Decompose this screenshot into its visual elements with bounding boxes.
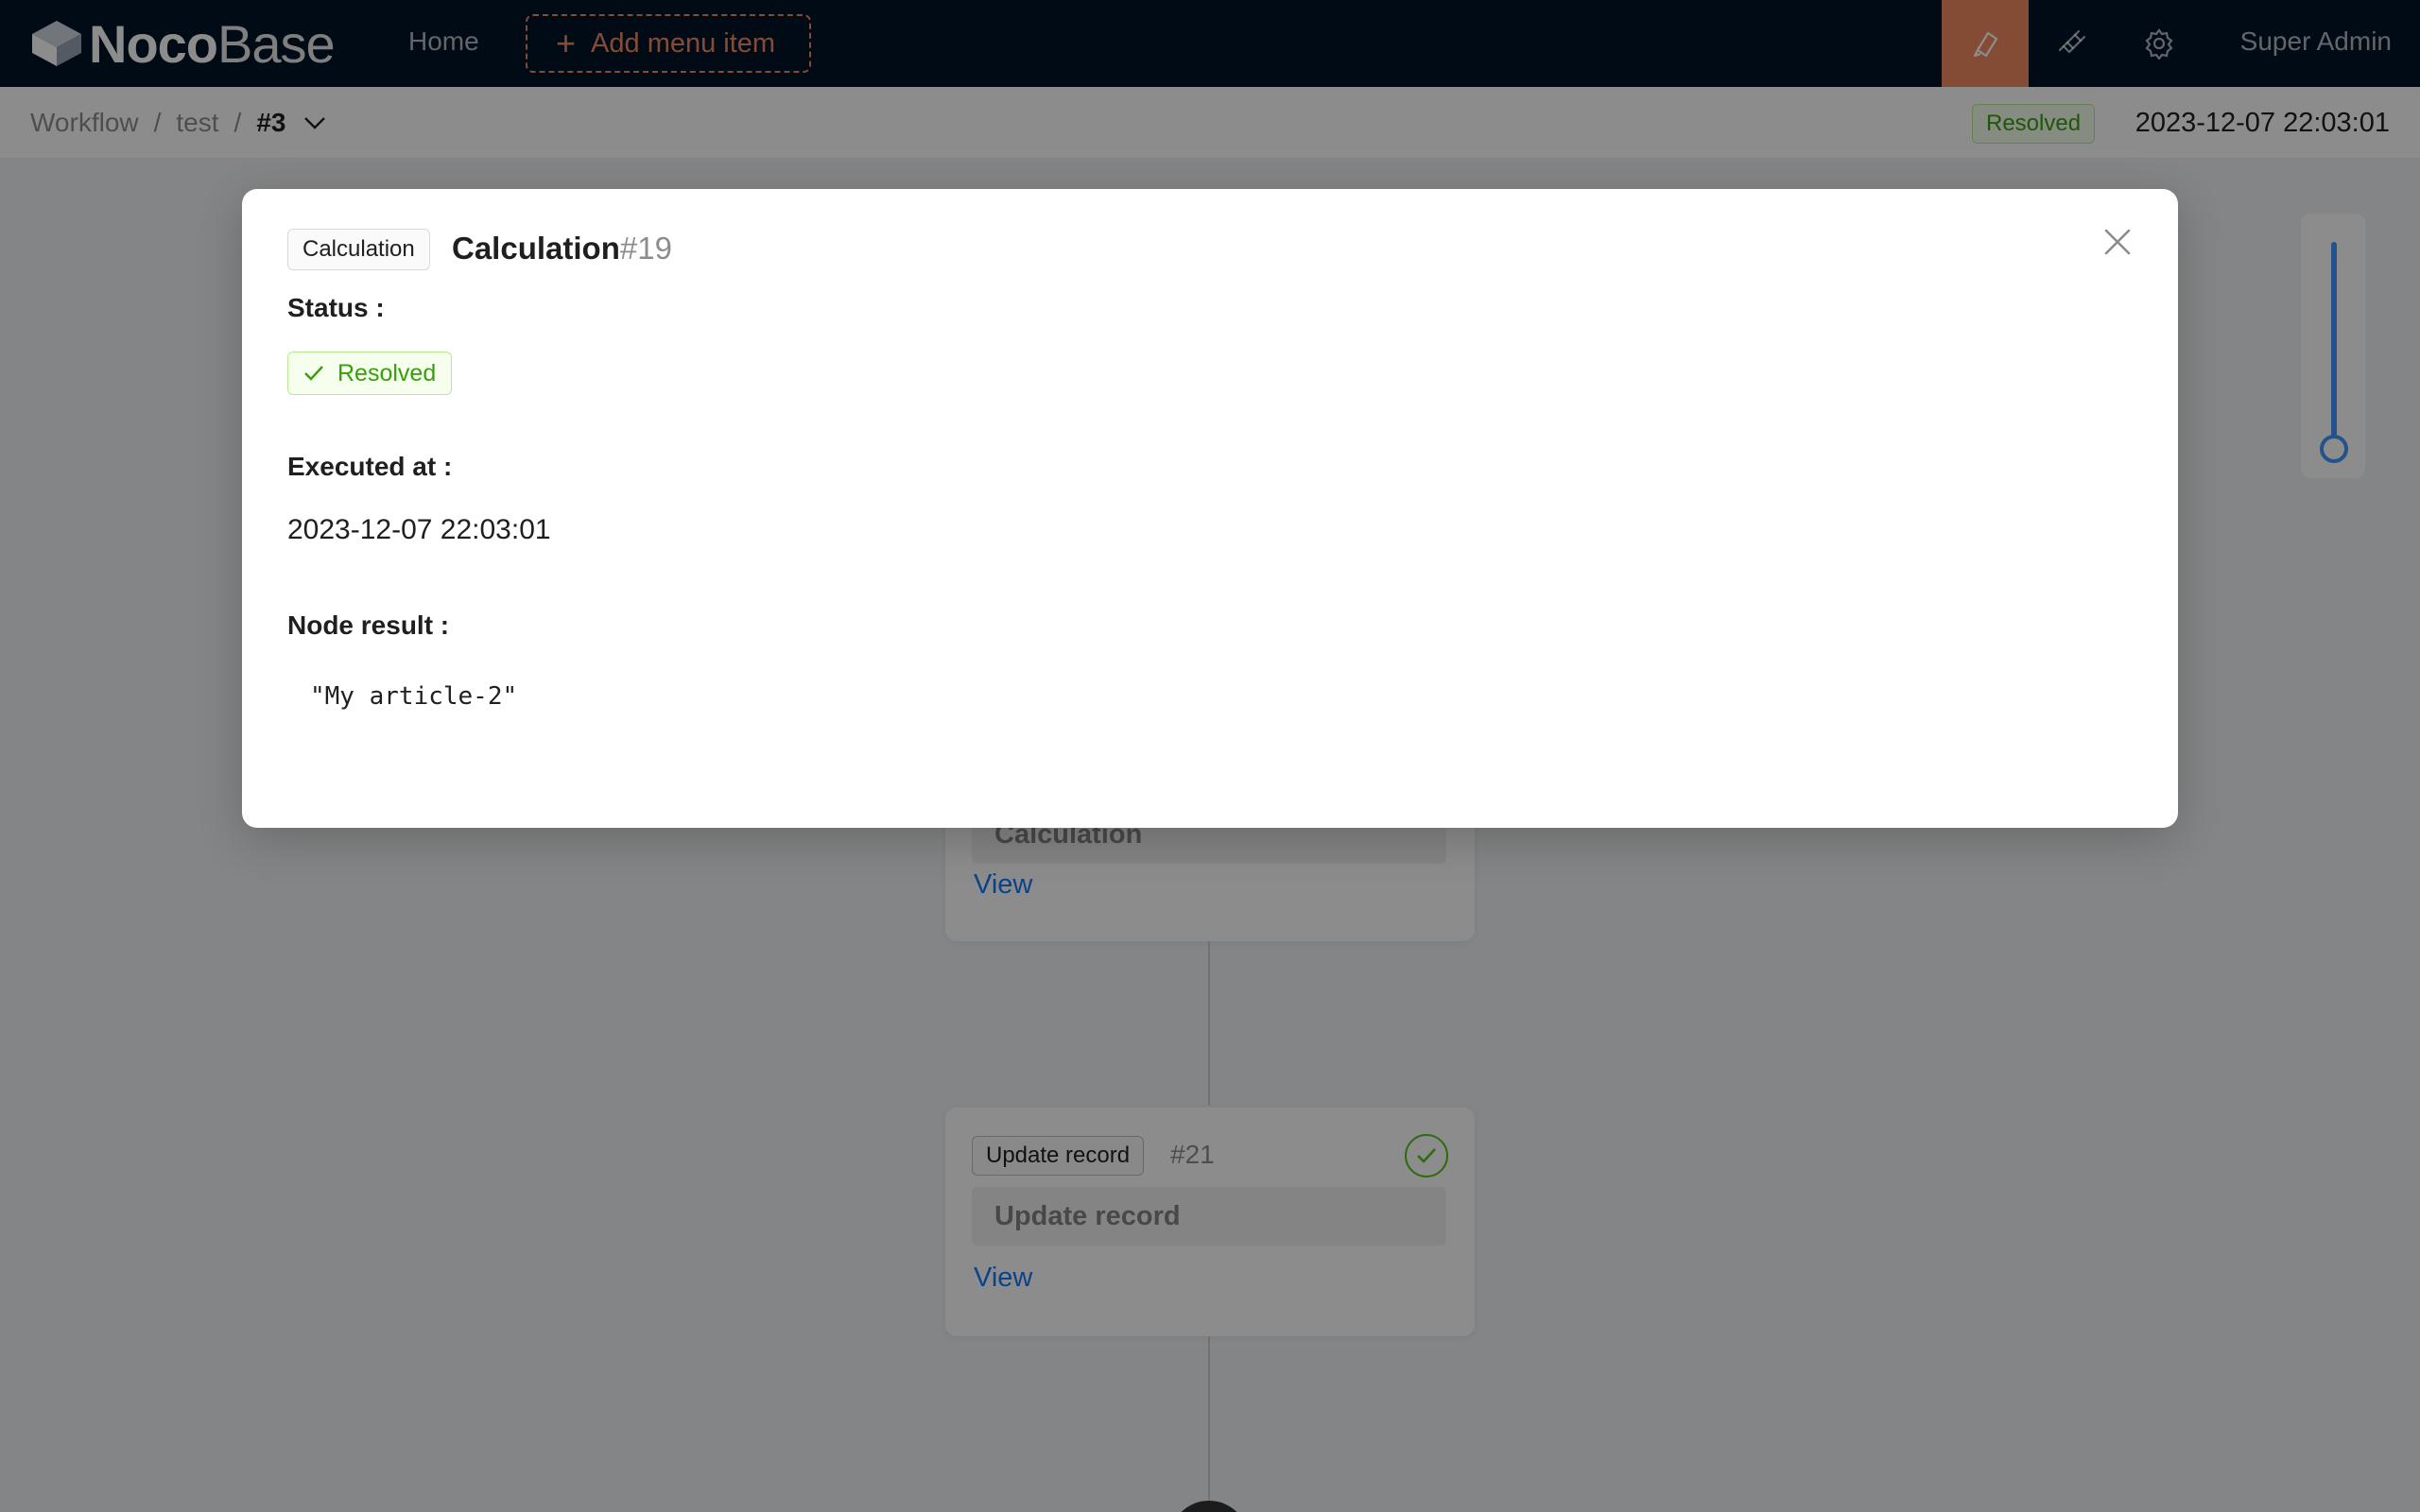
- check-icon: [304, 366, 323, 381]
- node-type-tag: Calculation: [287, 229, 430, 270]
- executed-at-value: 2023-12-07 22:03:01: [287, 514, 551, 545]
- modal-title: Calculation#19: [452, 231, 672, 266]
- node-detail-modal: Calculation Calculation#19 Status : Reso…: [242, 189, 2178, 828]
- close-icon[interactable]: [2100, 225, 2135, 259]
- executed-at-label: Executed at :: [287, 452, 453, 481]
- status-label: Status :: [287, 293, 385, 322]
- node-result-value: "My article-2": [310, 682, 518, 711]
- status-badge: Resolved: [287, 352, 453, 395]
- node-result-label: Node result :: [287, 610, 450, 640]
